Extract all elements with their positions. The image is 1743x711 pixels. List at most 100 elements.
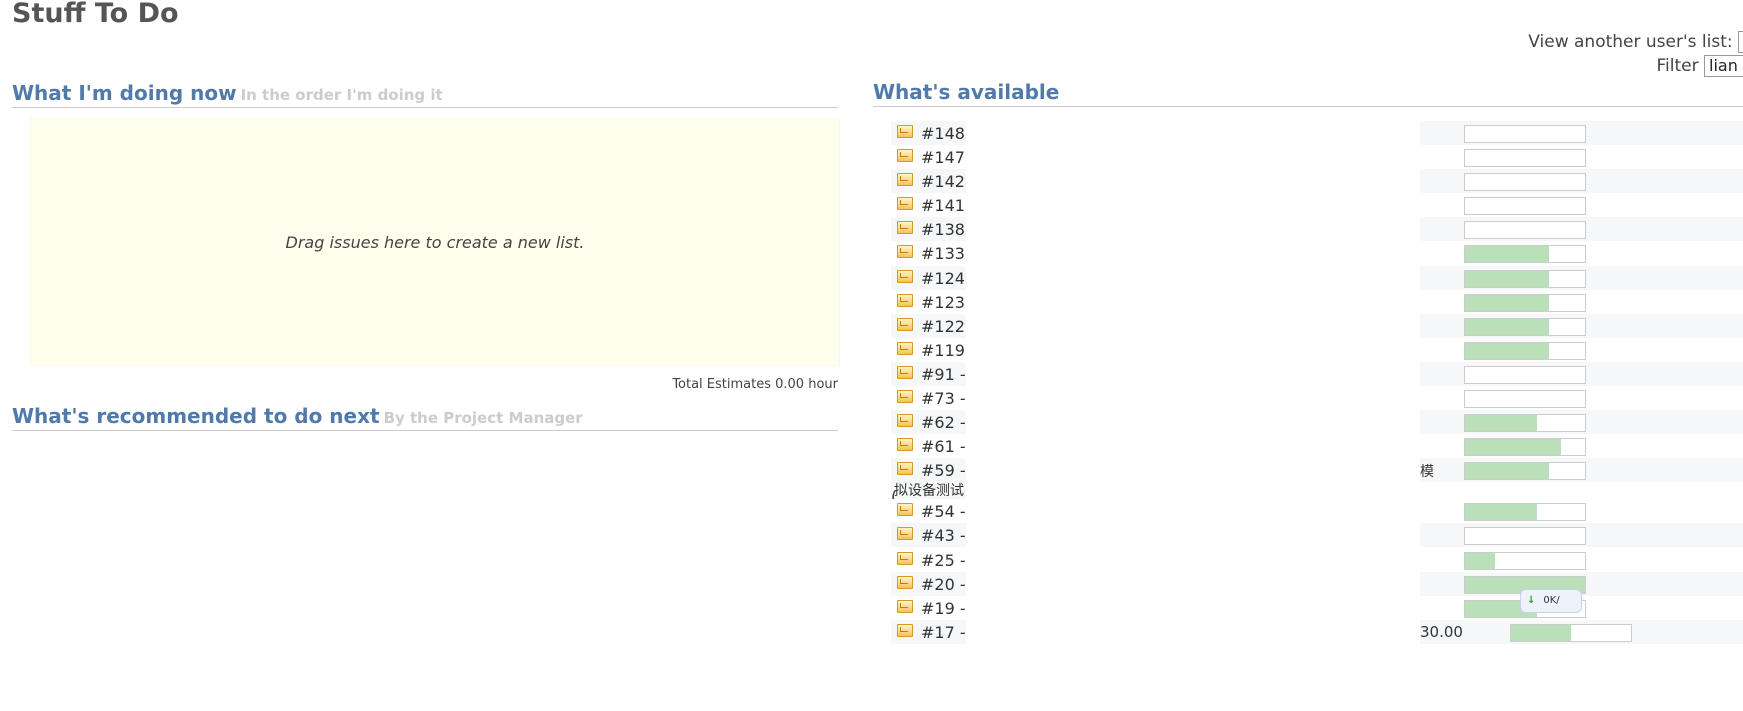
user-selector: View another user's list: Filter lian: [1383, 30, 1743, 78]
issue-row[interactable]: #122 -: [891, 313, 1743, 338]
issue-label[interactable]: #138 -: [921, 220, 966, 239]
issue-progress-bar: [1464, 317, 1586, 336]
issue-label[interactable]: #61 - Z: [921, 437, 966, 456]
issue-label[interactable]: #141 -: [921, 196, 966, 215]
section-doing-now-subtitle: In the order I'm doing it: [240, 86, 443, 104]
issue-label[interactable]: #54 - Z: [921, 502, 966, 521]
network-speed-text: 0K/: [1543, 595, 1560, 606]
issue-progress-bar: [1464, 125, 1586, 143]
issue-label[interactable]: #17 - (: [921, 623, 966, 642]
issue-progress-cell: [1420, 290, 1743, 314]
network-speed-badge[interactable]: ↓ 0K/: [1520, 589, 1582, 613]
issue-cell: #54 - Z: [891, 499, 966, 523]
issue-icon[interactable]: [897, 197, 913, 211]
issue-cell: #142 -: [891, 169, 966, 194]
issue-row[interactable]: #25 - (: [891, 548, 1743, 572]
issue-label[interactable]: #124 -: [921, 269, 966, 288]
issue-cell: #17 - (: [891, 619, 966, 644]
issue-progress-bar: [1464, 527, 1586, 546]
issue-progress-cell: ​模: [1420, 458, 1743, 483]
issue-progress-cell: [1420, 434, 1743, 458]
issue-icon[interactable]: [897, 341, 913, 355]
issue-cell: #62 - Z: [891, 410, 966, 435]
issue-icon[interactable]: [897, 599, 913, 613]
filter-input[interactable]: lian: [1704, 55, 1743, 77]
section-recommended-next: What's recommended to do next By the Proj…: [12, 404, 838, 431]
issue-row[interactable]: #141 -: [891, 193, 1743, 217]
issue-cell: #61 - Z: [891, 434, 966, 458]
issue-progress-bar: [1510, 623, 1632, 642]
issue-label[interactable]: #91 - (: [921, 365, 966, 384]
issue-label[interactable]: #62 - Z: [921, 413, 966, 432]
issue-label[interactable]: #19 - (: [921, 599, 966, 618]
issue-row[interactable]: #20 - (: [891, 571, 1743, 596]
issue-label[interactable]: #123 -: [921, 293, 966, 312]
issue-cell: #25 - (: [891, 548, 966, 572]
issue-row[interactable]: #17 - (30.00: [891, 619, 1743, 644]
issue-icon[interactable]: [897, 503, 913, 517]
issue-progress-fill: [1465, 342, 1549, 359]
issue-icon[interactable]: [897, 245, 913, 259]
issue-icon[interactable]: [897, 173, 913, 187]
issue-label[interactable]: #25 - (: [921, 551, 966, 570]
issue-icon[interactable]: [897, 527, 913, 541]
issue-label[interactable]: #142 -: [921, 172, 966, 191]
user-select-dropdown[interactable]: [1738, 31, 1743, 53]
section-recommended-title: What's recommended to do next: [12, 404, 380, 428]
issue-row[interactable]: #19 - (: [891, 596, 1743, 620]
issue-row[interactable]: #59 - (拟设备测试​ ​模: [891, 458, 1743, 500]
page-title: Stuff To Do: [12, 0, 179, 29]
issue-icon[interactable]: [897, 149, 913, 163]
issue-label[interactable]: #147 -: [921, 148, 966, 167]
issue-row[interactable]: #133 -: [891, 241, 1743, 265]
issue-row[interactable]: #119 -: [891, 338, 1743, 362]
issue-row[interactable]: #91 - (: [891, 361, 1743, 386]
doing-now-drop-zone[interactable]: Drag issues here to create a new list.: [30, 118, 840, 366]
drop-zone-hint: Drag issues here to create a new list.: [285, 232, 585, 252]
issue-icon[interactable]: [897, 125, 913, 138]
issue-row[interactable]: #142 -: [891, 169, 1743, 194]
issue-icon[interactable]: [897, 438, 913, 452]
issue-icon[interactable]: [897, 551, 913, 565]
issue-progress-fill: [1465, 318, 1549, 335]
issue-label[interactable]: #133 -: [921, 244, 966, 263]
issue-icon[interactable]: [897, 623, 913, 637]
issue-progress-bar: [1464, 438, 1586, 457]
issue-row[interactable]: #147 -: [891, 145, 1743, 169]
issue-icon[interactable]: [897, 390, 913, 404]
issue-progress-cell: [1420, 217, 1743, 242]
issue-icon[interactable]: [897, 269, 913, 283]
issue-progress-fill: [1465, 270, 1549, 287]
issue-row[interactable]: #73 - Z: [891, 386, 1743, 410]
issue-icon[interactable]: [897, 414, 913, 428]
issue-label[interactable]: #122 -: [921, 317, 966, 336]
issue-progress-bar: [1464, 197, 1586, 216]
issue-row[interactable]: #43 - (: [891, 523, 1743, 548]
issue-label[interactable]: #43 - (: [921, 526, 966, 545]
issue-progress-bar: [1464, 365, 1586, 384]
issue-row[interactable]: #148 -: [891, 121, 1743, 145]
section-doing-now-title: What I'm doing now: [12, 81, 237, 105]
view-other-user-label: View another user's list:: [1528, 32, 1733, 52]
issue-icon[interactable]: [897, 293, 913, 307]
issue-row[interactable]: #62 - Z: [891, 410, 1743, 435]
issue-progress-bar: [1464, 551, 1586, 570]
available-issue-list: #148 - #147 - #142 - #141 - #138 - #133 - #124…: [891, 121, 1743, 644]
issue-row[interactable]: #54 - Z: [891, 499, 1743, 523]
issue-icon[interactable]: [897, 317, 913, 331]
issue-row[interactable]: #124 -: [891, 265, 1743, 290]
issue-label[interactable]: #73 - Z: [921, 389, 966, 408]
issue-row[interactable]: #123 -: [891, 290, 1743, 314]
issue-icon[interactable]: [897, 575, 913, 589]
issue-row[interactable]: #138 -: [891, 217, 1743, 242]
issue-label[interactable]: #20 - (: [921, 575, 966, 594]
issue-progress-bar: [1464, 173, 1586, 192]
issue-label[interactable]: #148 -: [921, 124, 966, 143]
issue-progress-cell: [1420, 548, 1743, 572]
issue-label[interactable]: #119 -: [921, 341, 966, 360]
issue-icon[interactable]: [897, 462, 913, 476]
issue-progress-bar: [1464, 149, 1586, 168]
issue-row[interactable]: #61 - Z: [891, 434, 1743, 458]
issue-icon[interactable]: [897, 365, 913, 379]
issue-icon[interactable]: [897, 221, 913, 235]
